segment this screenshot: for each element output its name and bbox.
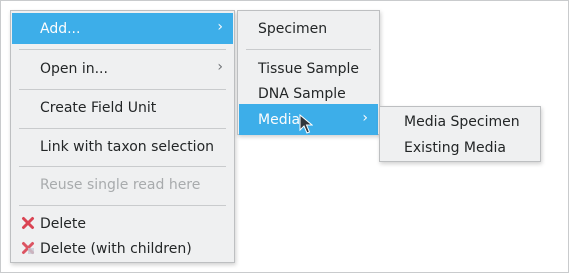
menu-separator: [19, 205, 226, 206]
chevron-right-icon: ›: [217, 59, 223, 75]
red-x-icon: [22, 217, 34, 229]
submenu-item-specimen-label: Specimen: [258, 20, 328, 37]
menu-separator: [19, 89, 226, 90]
chevron-right-icon: ›: [362, 110, 368, 126]
submenu-item-media-specimen[interactable]: Media Specimen: [381, 109, 539, 135]
menu-separator: [19, 128, 226, 129]
submenu-item-media-specimen-label: Media Specimen: [404, 114, 520, 130]
menu-item-reuse-label: Reuse single read here: [40, 176, 201, 193]
menu-item-add[interactable]: Add... ›: [12, 13, 233, 44]
chevron-right-icon: ›: [217, 19, 223, 35]
submenu-item-dna-label: DNA Sample: [258, 85, 346, 102]
menu-separator: [246, 49, 371, 50]
submenu-item-existing-media-label: Existing Media: [404, 140, 506, 156]
menu-item-link-taxon-label: Link with taxon selection: [40, 138, 215, 155]
context-menu: Add... › Open in... › Create Field Unit …: [10, 10, 235, 263]
submenu-media: Media Specimen Existing Media: [379, 106, 541, 162]
red-x-faded-icon: [22, 242, 34, 254]
menu-item-reuse-single-read: Reuse single read here: [12, 169, 233, 200]
mouse-cursor-icon: [299, 114, 313, 134]
submenu-item-specimen[interactable]: Specimen: [239, 13, 378, 44]
submenu-item-existing-media[interactable]: Existing Media: [381, 135, 539, 161]
menu-item-create-field-unit[interactable]: Create Field Unit: [12, 92, 233, 123]
menu-item-open-in-label: Open in...: [40, 60, 108, 77]
menu-item-add-label: Add...: [40, 20, 81, 37]
menu-item-create-field-unit-label: Create Field Unit: [40, 99, 157, 116]
menu-item-delete-label: Delete: [40, 215, 86, 232]
menu-separator: [19, 166, 226, 167]
menu-item-delete-with-children[interactable]: Delete (with children): [12, 233, 233, 264]
menu-item-link-with-taxon-selection[interactable]: Link with taxon selection: [12, 131, 233, 162]
menu-item-open-in[interactable]: Open in... ›: [12, 53, 233, 84]
submenu-item-tissue-label: Tissue Sample: [258, 60, 360, 77]
submenu-item-media-label: Media: [258, 111, 301, 128]
menu-item-delete-children-label: Delete (with children): [40, 240, 192, 257]
menu-separator: [19, 49, 226, 50]
